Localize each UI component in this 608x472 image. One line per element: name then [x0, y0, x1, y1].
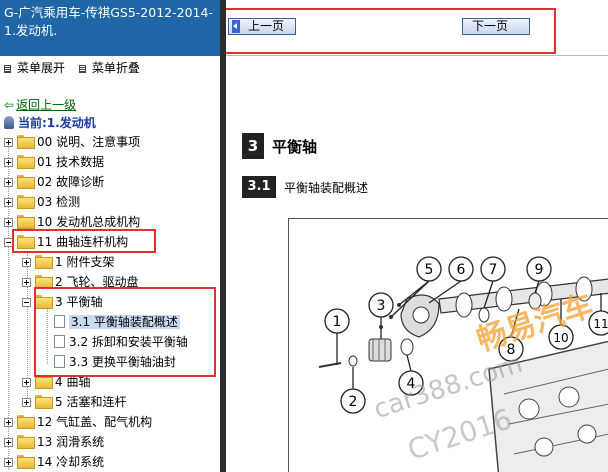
exploded-view-illustration: 1 2 3 4 5 6 7 8 9 10 11: [318, 256, 608, 472]
section-number: 3: [242, 133, 264, 159]
window-title: G-广汽乘用车-传祺GS5-2012-2014- 1.发动机.: [0, 0, 220, 56]
tree-item[interactable]: 00 说明、注意事项: [4, 132, 140, 152]
tree-item[interactable]: 12 气缸盖、配气机构: [4, 412, 152, 432]
document-view: 上一页 下一页 3 平衡轴 3.1 平衡轴装配概述 1 2 3 4 5 6 7 …: [226, 0, 608, 472]
current-location: 当前:1.发动机: [4, 114, 96, 131]
svg-text:1: 1: [333, 314, 342, 330]
navigation-panel: G-广汽乘用车-传祺GS5-2012-2014- 1.发动机. 菜单展开 菜单折…: [0, 0, 220, 472]
svg-text:10: 10: [553, 331, 568, 345]
folder-icon: [17, 415, 35, 429]
svg-text:4: 4: [407, 376, 416, 392]
svg-text:3: 3: [377, 298, 386, 314]
collapse-menu-button[interactable]: 菜单折叠: [78, 61, 140, 75]
engine-icon: [4, 116, 14, 129]
folder-icon: [17, 175, 35, 189]
balance-shaft-diagram: 1 2 3 4 5 6 7 8 9 10 11: [288, 218, 608, 472]
svg-text:6: 6: [457, 262, 466, 278]
nav-separator: [226, 55, 608, 56]
expand-toggle-icon[interactable]: [4, 218, 13, 227]
page-nav-bar: 上一页 下一页: [226, 0, 608, 54]
section-title: 平衡轴: [272, 138, 318, 156]
subsection-title: 平衡轴装配概述: [284, 181, 369, 195]
folder-icon: [17, 195, 35, 209]
collapse-icon: [78, 64, 86, 73]
folder-icon: [35, 275, 53, 289]
tree-item[interactable]: 03 检测: [4, 192, 80, 212]
expand-toggle-icon[interactable]: [4, 438, 13, 447]
back-link[interactable]: ⇦ 返回上一级: [4, 96, 76, 113]
tree-item[interactable]: 01 技术数据: [4, 152, 104, 172]
highlight-box: [12, 229, 156, 253]
folder-icon: [35, 395, 53, 409]
expand-toggle-icon[interactable]: [4, 418, 13, 427]
back-arrow-icon: ⇦: [4, 98, 15, 112]
expand-toggle-icon[interactable]: [4, 178, 13, 187]
tree-item[interactable]: 02 故障诊断: [4, 172, 104, 192]
menu-toggles: 菜单展开 菜单折叠: [4, 59, 150, 77]
expand-toggle-icon[interactable]: [4, 138, 13, 147]
folder-icon: [17, 155, 35, 169]
expand-icon: [4, 64, 11, 73]
expand-toggle-icon[interactable]: [22, 378, 31, 387]
expand-toggle-icon[interactable]: [4, 158, 13, 167]
svg-text:11: 11: [593, 317, 608, 331]
svg-text:9: 9: [535, 262, 544, 278]
highlight-box: [34, 287, 216, 377]
expand-toggle-icon[interactable]: [22, 258, 31, 267]
expand-toggle-icon[interactable]: [4, 458, 13, 467]
collapse-toggle-icon[interactable]: [22, 298, 31, 307]
expand-toggle-icon[interactable]: [4, 198, 13, 207]
folder-icon: [35, 255, 53, 269]
expand-toggle-icon[interactable]: [22, 398, 31, 407]
folder-icon: [17, 215, 35, 229]
tree-item[interactable]: 5 活塞和连杆: [22, 392, 126, 412]
expand-toggle-icon[interactable]: [22, 278, 31, 287]
expand-menu-button[interactable]: 菜单展开: [4, 61, 65, 75]
svg-text:2: 2: [349, 394, 358, 410]
tree-item[interactable]: 14 冷却系统: [4, 452, 104, 472]
folder-icon: [17, 435, 35, 449]
tree-item[interactable]: 13 润滑系统: [4, 432, 104, 452]
tree-item[interactable]: 1 附件支架: [22, 252, 114, 272]
folder-icon: [17, 455, 35, 469]
subsection-number: 3.1: [242, 176, 276, 198]
folder-icon: [17, 135, 35, 149]
svg-text:8: 8: [507, 342, 516, 358]
svg-text:5: 5: [425, 262, 434, 278]
highlight-box: [226, 8, 556, 54]
svg-text:7: 7: [489, 262, 498, 278]
